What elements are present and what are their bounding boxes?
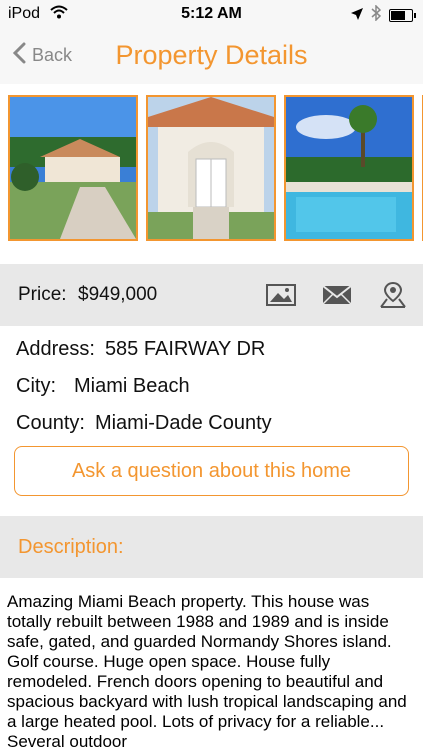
address-label: Address:: [16, 338, 95, 360]
city-row: City: Miami Beach: [16, 375, 190, 398]
description-text: Amazing Miami Beach property. This house…: [7, 592, 407, 751]
status-bar: iPod 5:12 AM: [0, 0, 423, 28]
address-row: Address: 585 FAIRWAY DR: [16, 338, 265, 361]
price-bar: Price: $949,000: [0, 264, 423, 326]
house-front-photo[interactable]: [8, 95, 138, 241]
address-value: 585 FAIRWAY DR: [104, 338, 266, 360]
pool-photo[interactable]: [284, 95, 414, 241]
description-heading: Description:: [18, 536, 124, 558]
county-value: Miami-Dade County: [94, 412, 272, 434]
county-label: County:: [16, 412, 85, 434]
city-label: City:: [16, 375, 56, 397]
action-icons: [265, 281, 409, 309]
county-row: County: Miami-Dade County: [16, 412, 272, 435]
price-value: $949,000: [78, 284, 158, 305]
description-header: Description:: [0, 516, 423, 578]
map-pin-icon[interactable]: [377, 281, 409, 309]
location-arrow-icon: [351, 7, 363, 24]
page-title: Property Details: [115, 40, 308, 70]
bluetooth-icon: [371, 4, 382, 25]
status-right-icons: [351, 4, 416, 25]
mail-icon[interactable]: [321, 281, 353, 309]
price-label: Price:: [18, 284, 67, 305]
city-value: Miami Beach: [74, 375, 190, 397]
photo-gallery[interactable]: [0, 88, 423, 254]
photo-icon[interactable]: [265, 281, 297, 309]
battery-icon: [389, 8, 416, 22]
front-door-photo[interactable]: [146, 95, 276, 241]
ask-question-button[interactable]: Ask a question about this home: [14, 446, 409, 496]
navigation-bar: Back Property Details: [0, 28, 423, 84]
